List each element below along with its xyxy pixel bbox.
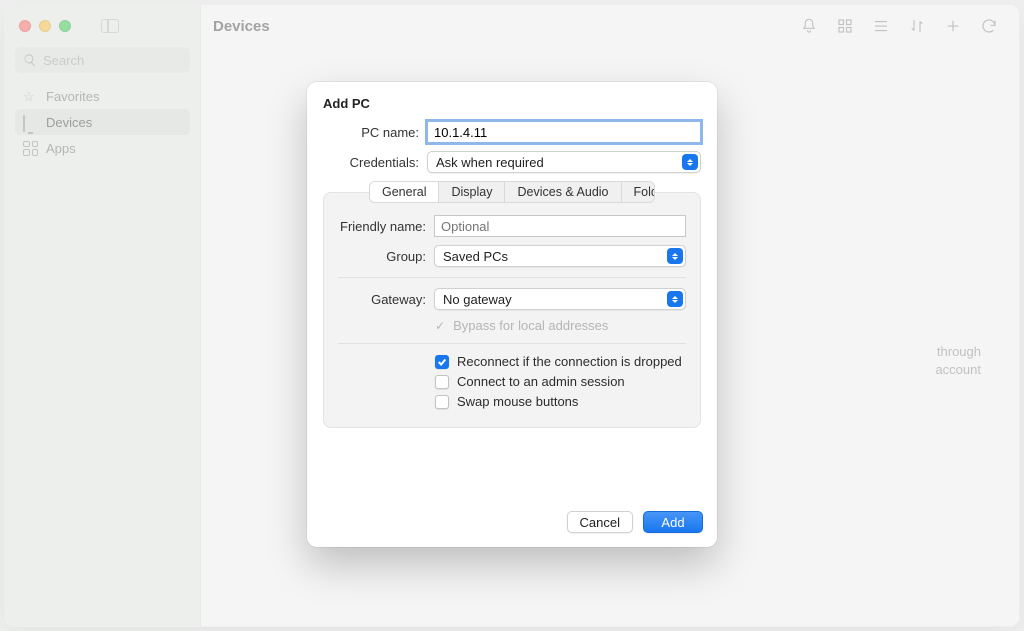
- reconnect-label: Reconnect if the connection is dropped: [457, 354, 682, 369]
- tab-general[interactable]: General: [370, 182, 439, 202]
- gateway-value: No gateway: [443, 292, 512, 307]
- select-arrows-icon: [667, 291, 683, 307]
- general-tab-panel: Friendly name: Group: Saved PCs: [323, 192, 701, 428]
- reconnect-checkbox[interactable]: [435, 355, 449, 369]
- credentials-value: Ask when required: [436, 155, 544, 170]
- admin-session-checkbox[interactable]: [435, 375, 449, 389]
- check-icon: [437, 357, 447, 367]
- admin-session-label: Connect to an admin session: [457, 374, 625, 389]
- modal-footer: Cancel Add: [307, 499, 717, 547]
- friendly-name-label: Friendly name:: [338, 219, 434, 234]
- group-value: Saved PCs: [443, 249, 508, 264]
- bypass-local-checkbox: ✓ Bypass for local addresses: [338, 318, 686, 333]
- settings-tabs: General Display Devices & Audio Folders: [369, 181, 655, 203]
- bypass-local-label: Bypass for local addresses: [453, 318, 608, 333]
- select-arrows-icon: [667, 248, 683, 264]
- swap-mouse-label: Swap mouse buttons: [457, 394, 578, 409]
- cancel-button[interactable]: Cancel: [567, 511, 633, 533]
- select-arrows-icon: [682, 154, 698, 170]
- gateway-label: Gateway:: [338, 292, 434, 307]
- add-pc-modal: Add PC PC name: Credentials: Ask when re…: [307, 82, 717, 547]
- tab-devices-audio[interactable]: Devices & Audio: [505, 182, 621, 202]
- modal-title: Add PC: [307, 82, 717, 121]
- pc-name-label: PC name:: [323, 125, 427, 140]
- pc-name-input[interactable]: [427, 121, 701, 143]
- add-button[interactable]: Add: [643, 511, 703, 533]
- credentials-label: Credentials:: [323, 155, 427, 170]
- swap-mouse-checkbox[interactable]: [435, 395, 449, 409]
- group-label: Group:: [338, 249, 434, 264]
- tab-folders[interactable]: Folders: [622, 182, 655, 202]
- check-icon: ✓: [435, 319, 445, 333]
- tab-display[interactable]: Display: [439, 182, 505, 202]
- credentials-select[interactable]: Ask when required: [427, 151, 701, 173]
- gateway-select[interactable]: No gateway: [434, 288, 686, 310]
- friendly-name-input[interactable]: [434, 215, 686, 237]
- group-select[interactable]: Saved PCs: [434, 245, 686, 267]
- modal-overlay: Add PC PC name: Credentials: Ask when re…: [0, 0, 1024, 631]
